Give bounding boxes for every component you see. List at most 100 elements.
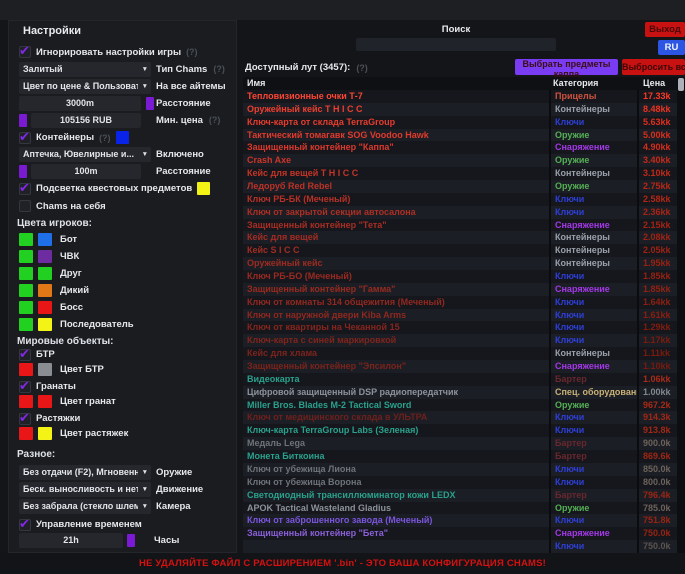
player-color-swatch-1[interactable] bbox=[19, 250, 33, 263]
quest-highlight-color-swatch[interactable] bbox=[197, 182, 210, 195]
item-category: Оружие bbox=[549, 154, 637, 167]
quest-highlight-checkbox[interactable] bbox=[19, 183, 31, 195]
table-row[interactable]: Оружейный кейсКонтейнеры1.95kk bbox=[243, 257, 677, 270]
containers-distance-color-swatch[interactable] bbox=[19, 165, 27, 178]
table-row[interactable]: Ключ от убежища ЛионаКлючи850.0k bbox=[243, 463, 677, 476]
table-row[interactable]: Цифровой защищенный DSP радиопередатчикС… bbox=[243, 386, 677, 399]
language-button[interactable]: RU bbox=[658, 40, 685, 55]
item-name: Кейс для вещей bbox=[243, 231, 549, 244]
column-header-name[interactable]: Имя bbox=[247, 77, 265, 90]
table-row[interactable]: Ключ от заброшенного завода (Меченый)Клю… bbox=[243, 514, 677, 527]
table-row[interactable]: Светодиодный трансиллюминатор кожи LEDXБ… bbox=[243, 489, 677, 502]
chams-type-dropdown[interactable]: Залитый ▼ bbox=[19, 62, 151, 77]
item-price: 1.11kk bbox=[637, 347, 671, 360]
table-row[interactable]: Защищенный контейнер "Гамма"Снаряжение1.… bbox=[243, 283, 677, 296]
help-icon[interactable]: (?) bbox=[209, 113, 221, 128]
distance-input[interactable]: 3000m bbox=[19, 96, 141, 111]
containers-checkbox[interactable] bbox=[19, 132, 31, 144]
movement-dropdown[interactable]: Беск. выносливость и нет уста ▼ bbox=[19, 482, 151, 497]
table-row[interactable]: APOK Tactical Wasteland GladiusОружие785… bbox=[243, 502, 677, 515]
time-control-checkbox[interactable] bbox=[19, 519, 31, 531]
exit-button[interactable]: Выход bbox=[645, 22, 685, 37]
search-input[interactable] bbox=[356, 38, 556, 51]
table-row[interactable]: Тепловизионные очки Т-7Прицелы17.33kk bbox=[243, 90, 677, 103]
player-color-swatch-1[interactable] bbox=[19, 267, 33, 280]
table-row[interactable]: Оружейный кейс Т Н I С СКонтейнеры8.48kk bbox=[243, 103, 677, 116]
containers-mode-dropdown[interactable]: Аптечка, Ювелирные и... ▼ bbox=[19, 147, 151, 162]
help-icon[interactable]: (?) bbox=[213, 62, 225, 77]
hours-color-swatch[interactable] bbox=[127, 534, 135, 547]
tripwire-color-swatch-1[interactable] bbox=[19, 427, 33, 440]
hours-input[interactable]: 21h bbox=[19, 533, 123, 548]
column-header-category[interactable]: Категория bbox=[553, 77, 598, 90]
table-row[interactable]: Ключ от комнаты 314 общежития (Меченый)К… bbox=[243, 296, 677, 309]
table-row[interactable]: Ключ от убежища ВоронаКлючи800.0k bbox=[243, 476, 677, 489]
table-row[interactable]: Ключ РБ-БО (Меченый)Ключи1.85kk bbox=[243, 270, 677, 283]
distance-color-swatch[interactable] bbox=[146, 97, 154, 110]
table-row[interactable]: Ключ от закрытой секции автосалонаКлючи2… bbox=[243, 206, 677, 219]
select-kappa-items-button[interactable]: Выбрать предметы каппа bbox=[515, 59, 618, 75]
loot-table-scrollbar[interactable] bbox=[677, 77, 685, 553]
grenades-checkbox[interactable] bbox=[19, 381, 31, 393]
containers-label: Контейнеры bbox=[36, 132, 94, 143]
table-row[interactable]: Miller Bros. Blades M-2 Tactical SwordОр… bbox=[243, 399, 677, 412]
help-icon[interactable]: (?) bbox=[356, 63, 368, 73]
min-price-color-swatch[interactable] bbox=[19, 114, 27, 127]
table-row[interactable]: Защищенный контейнер "Тета"Снаряжение2.1… bbox=[243, 219, 677, 232]
player-color-swatch-2[interactable] bbox=[38, 284, 52, 297]
table-row[interactable]: Кейс для вещейКонтейнеры2.08kk bbox=[243, 231, 677, 244]
btr-color-swatch-2[interactable] bbox=[38, 363, 52, 376]
table-row[interactable]: Тактический томагавк SOG Voodoo HawkОруж… bbox=[243, 129, 677, 142]
table-row[interactable]: Кейс S I C CКонтейнеры2.05kk bbox=[243, 244, 677, 257]
item-name: Ключ от заброшенного завода (Меченый) bbox=[243, 514, 549, 527]
table-row[interactable]: Кейс для вещей Т Н I С СКонтейнеры3.10kk bbox=[243, 167, 677, 180]
table-row[interactable]: Монета БиткоинаБартер869.6k bbox=[243, 450, 677, 463]
table-row[interactable]: Ключ от медицинского склада в УЛЬТРАКлюч… bbox=[243, 411, 677, 424]
table-row[interactable]: Ключи750.0k bbox=[243, 540, 677, 553]
column-header-price[interactable]: Цена bbox=[643, 77, 665, 90]
scrollbar-thumb[interactable] bbox=[678, 78, 684, 91]
player-color-swatch-2[interactable] bbox=[38, 233, 52, 246]
table-row[interactable]: Ключ-карта с синей маркировкойКлючи1.17k… bbox=[243, 334, 677, 347]
table-row[interactable]: Защищенный контейнер "Бета"Снаряжение750… bbox=[243, 527, 677, 540]
player-color-swatch-1[interactable] bbox=[19, 318, 33, 331]
help-icon[interactable]: (?) bbox=[99, 133, 111, 143]
item-name: Ключ от убежища Лиона bbox=[243, 463, 549, 476]
btr-color-swatch-1[interactable] bbox=[19, 363, 33, 376]
player-color-swatch-1[interactable] bbox=[19, 284, 33, 297]
grenade-color-swatch-1[interactable] bbox=[19, 395, 33, 408]
player-color-swatch-2[interactable] bbox=[38, 301, 52, 314]
ignore-game-settings-checkbox[interactable] bbox=[19, 46, 31, 58]
help-icon[interactable]: (?) bbox=[186, 47, 198, 57]
containers-distance-input[interactable]: 100m bbox=[31, 164, 141, 179]
player-color-swatch-1[interactable] bbox=[19, 233, 33, 246]
chams-self-checkbox[interactable] bbox=[19, 200, 31, 212]
drop-all-button[interactable]: Выбросить все bbox=[622, 59, 685, 75]
table-row[interactable]: Ключ от квартиры на Чеканной 15Ключи1.29… bbox=[243, 321, 677, 334]
player-color-swatch-2[interactable] bbox=[38, 250, 52, 263]
player-color-swatch-2[interactable] bbox=[38, 318, 52, 331]
table-row[interactable]: Ключ-карта от склада TerraGroupКлючи5.63… bbox=[243, 116, 677, 129]
table-row[interactable]: Защищенный контейнер "Каппа"Снаряжение4.… bbox=[243, 141, 677, 154]
table-row[interactable]: Ключ от наружной двери Kiba ArmsКлючи1.6… bbox=[243, 309, 677, 322]
table-row[interactable]: Ключ-карта TerraGroup Labs (Зеленая)Ключ… bbox=[243, 424, 677, 437]
min-price-input[interactable]: 105156 RUB bbox=[31, 113, 141, 128]
all-items-mode-dropdown[interactable]: Цвет по цене & Пользователь ▼ bbox=[19, 79, 151, 94]
tripwire-color-swatch-2[interactable] bbox=[38, 427, 52, 440]
weapon-dropdown[interactable]: Без отдачи (F2), Мгновенное п ▼ bbox=[19, 465, 151, 480]
table-row[interactable]: Ледоруб Red RebelОружие2.75kk bbox=[243, 180, 677, 193]
player-color-swatch-1[interactable] bbox=[19, 301, 33, 314]
camera-dropdown[interactable]: Без забрала (стекло шлема) ▼ bbox=[19, 499, 151, 514]
containers-color-swatch[interactable] bbox=[116, 131, 129, 144]
tripwires-checkbox[interactable] bbox=[19, 413, 31, 425]
table-row[interactable]: Медаль LegaБартер900.0k bbox=[243, 437, 677, 450]
table-row[interactable]: Кейс для хламаКонтейнеры1.11kk bbox=[243, 347, 677, 360]
item-category: Снаряжение bbox=[549, 360, 637, 373]
grenade-color-swatch-2[interactable] bbox=[38, 395, 52, 408]
table-row[interactable]: Защищенный контейнер "Эпсилон"Снаряжение… bbox=[243, 360, 677, 373]
btr-checkbox[interactable] bbox=[19, 349, 31, 361]
table-row[interactable]: Crash AxeОружие3.40kk bbox=[243, 154, 677, 167]
table-row[interactable]: Ключ РБ-БК (Меченый)Ключи2.58kk bbox=[243, 193, 677, 206]
player-color-swatch-2[interactable] bbox=[38, 267, 52, 280]
table-row[interactable]: ВидеокартаБартер1.06kk bbox=[243, 373, 677, 386]
